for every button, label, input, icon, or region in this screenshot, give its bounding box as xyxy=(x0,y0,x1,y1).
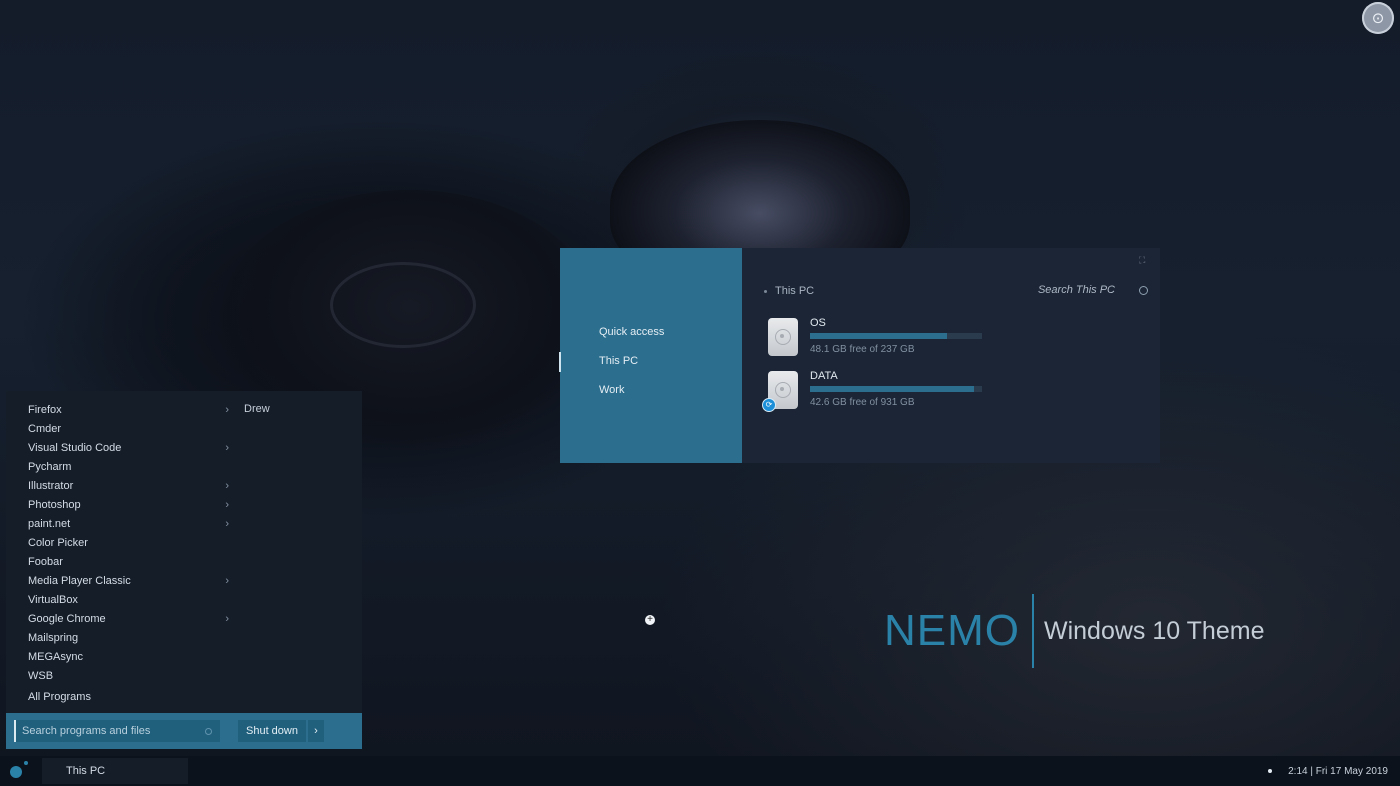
program-item[interactable]: Media Player Classic › xyxy=(6,572,231,591)
drive-usage-fill xyxy=(810,386,975,392)
program-item[interactable]: Firefox › xyxy=(6,401,231,420)
program-label: Photoshop xyxy=(28,499,81,511)
program-label: Foobar xyxy=(28,556,63,568)
program-item[interactable]: Cmder xyxy=(6,420,231,439)
program-item[interactable]: Photoshop › xyxy=(6,496,231,515)
drive-free-space: 42.6 GB free of 931 GB xyxy=(810,397,915,408)
taskbar-app-this-pc[interactable]: This PC xyxy=(42,758,188,784)
screen-capture-icon[interactable]: ⊙ xyxy=(1362,2,1394,34)
nav-item-quick-access[interactable]: Quick access xyxy=(599,326,664,338)
taskbar-clock[interactable]: 2:14 | Fri 17 May 2019 xyxy=(1288,766,1388,777)
explorer-search-placeholder: Search This PC xyxy=(1037,284,1115,296)
chevron-right-icon[interactable]: › xyxy=(225,610,229,629)
drive-usage-bar xyxy=(810,386,982,392)
program-item[interactable]: Color Picker xyxy=(6,534,231,553)
program-label: WSB xyxy=(28,670,54,682)
explorer-content: ⛶ This PC Search This PC OS 48.1 GB free… xyxy=(742,248,1160,463)
chevron-right-icon[interactable]: › xyxy=(225,572,229,591)
drive-free-space: 48.1 GB free of 237 GB xyxy=(810,344,915,355)
program-label: Google Chrome xyxy=(28,613,106,625)
breadcrumb-label: This PC xyxy=(775,285,815,297)
search-icon xyxy=(205,728,212,735)
program-label: paint.net xyxy=(28,518,71,530)
nav-item-this-pc[interactable]: This PC xyxy=(558,352,638,372)
program-item[interactable]: Visual Studio Code › xyxy=(6,439,231,458)
program-item[interactable]: WSB xyxy=(6,667,231,686)
program-item[interactable]: MEGAsync xyxy=(6,648,231,667)
theme-brand: NEMO Windows 10 Theme xyxy=(884,594,1264,668)
shutdown-button[interactable]: Shut down xyxy=(238,720,306,742)
shutdown-group: Shut down › xyxy=(238,720,324,742)
wallpaper-lens-cap-ring xyxy=(330,262,476,348)
brand-divider xyxy=(1032,594,1034,668)
program-list: Firefox › Cmder Visual Studio Code › Pycharm I… xyxy=(6,401,231,686)
drive-usage-bar xyxy=(810,333,982,339)
program-item[interactable]: Foobar xyxy=(6,553,231,572)
program-label: Visual Studio Code xyxy=(28,442,122,454)
program-item[interactable]: Mailspring xyxy=(6,629,231,648)
chevron-right-icon[interactable]: › xyxy=(225,439,229,458)
explorer-nav-pane: Quick access This PC Work xyxy=(558,248,742,463)
explorer-search-box[interactable]: Search This PC xyxy=(1038,284,1148,296)
program-label: Media Player Classic xyxy=(28,575,131,587)
chevron-right-icon[interactable]: › xyxy=(225,477,229,496)
start-menu: Firefox › Cmder Visual Studio Code › Pycharm I… xyxy=(6,391,362,749)
start-orb-icon[interactable] xyxy=(10,761,28,778)
program-label: Color Picker xyxy=(28,537,88,549)
shutdown-options-chevron-icon[interactable]: › xyxy=(307,720,324,742)
drive-data[interactable]: ⟳ DATA 42.6 GB free of 931 GB xyxy=(762,370,988,412)
program-label: Illustrator xyxy=(28,480,74,492)
brand-name: NEMO xyxy=(884,606,1020,655)
program-label: Mailspring xyxy=(28,632,79,644)
program-item[interactable]: VirtualBox xyxy=(6,591,231,610)
program-label: MEGAsync xyxy=(28,651,84,663)
drive-os[interactable]: OS 48.1 GB free of 237 GB xyxy=(768,317,988,359)
sync-badge-icon: ⟳ xyxy=(762,398,776,412)
system-tray: 2:14 | Fri 17 May 2019 xyxy=(1268,756,1388,786)
chevron-right-icon[interactable]: › xyxy=(225,515,229,534)
mouse-cursor-icon: + xyxy=(645,615,655,625)
program-label: Firefox xyxy=(28,404,62,416)
nav-item-work[interactable]: Work xyxy=(599,384,624,396)
brand-subtitle: Windows 10 Theme xyxy=(1044,617,1265,645)
taskbar: This PC 2:14 | Fri 17 May 2019 xyxy=(0,756,1400,786)
drive-name: OS xyxy=(810,317,826,329)
file-explorer-window: Quick access This PC Work ⛶ This PC Sear… xyxy=(558,248,1160,463)
program-item[interactable]: Google Chrome › xyxy=(6,610,231,629)
program-label: Cmder xyxy=(28,423,62,435)
start-menu-footer: Search programs and files Shut down › xyxy=(6,713,362,749)
program-item[interactable]: Illustrator › xyxy=(6,477,231,496)
program-label: Pycharm xyxy=(28,461,72,473)
search-icon xyxy=(1139,285,1148,295)
search-programs-input[interactable]: Search programs and files xyxy=(14,720,220,742)
hard-drive-icon xyxy=(768,318,798,356)
user-name[interactable]: Drew xyxy=(244,403,270,415)
breadcrumb[interactable]: This PC xyxy=(764,285,814,297)
program-item[interactable]: paint.net › xyxy=(6,515,231,534)
all-programs-link[interactable]: All Programs xyxy=(28,691,91,703)
drive-name: DATA xyxy=(810,370,838,382)
drive-usage-fill xyxy=(810,333,948,339)
search-programs-placeholder: Search programs and files xyxy=(22,725,151,737)
chevron-right-icon[interactable]: › xyxy=(225,401,229,420)
chevron-right-icon[interactable]: › xyxy=(225,496,229,515)
program-item[interactable]: Pycharm xyxy=(6,458,231,477)
maximize-icon[interactable]: ⛶ xyxy=(1139,256,1148,265)
notification-dot-icon[interactable] xyxy=(1268,769,1273,773)
breadcrumb-dot-icon xyxy=(764,289,767,293)
program-label: VirtualBox xyxy=(28,594,78,606)
